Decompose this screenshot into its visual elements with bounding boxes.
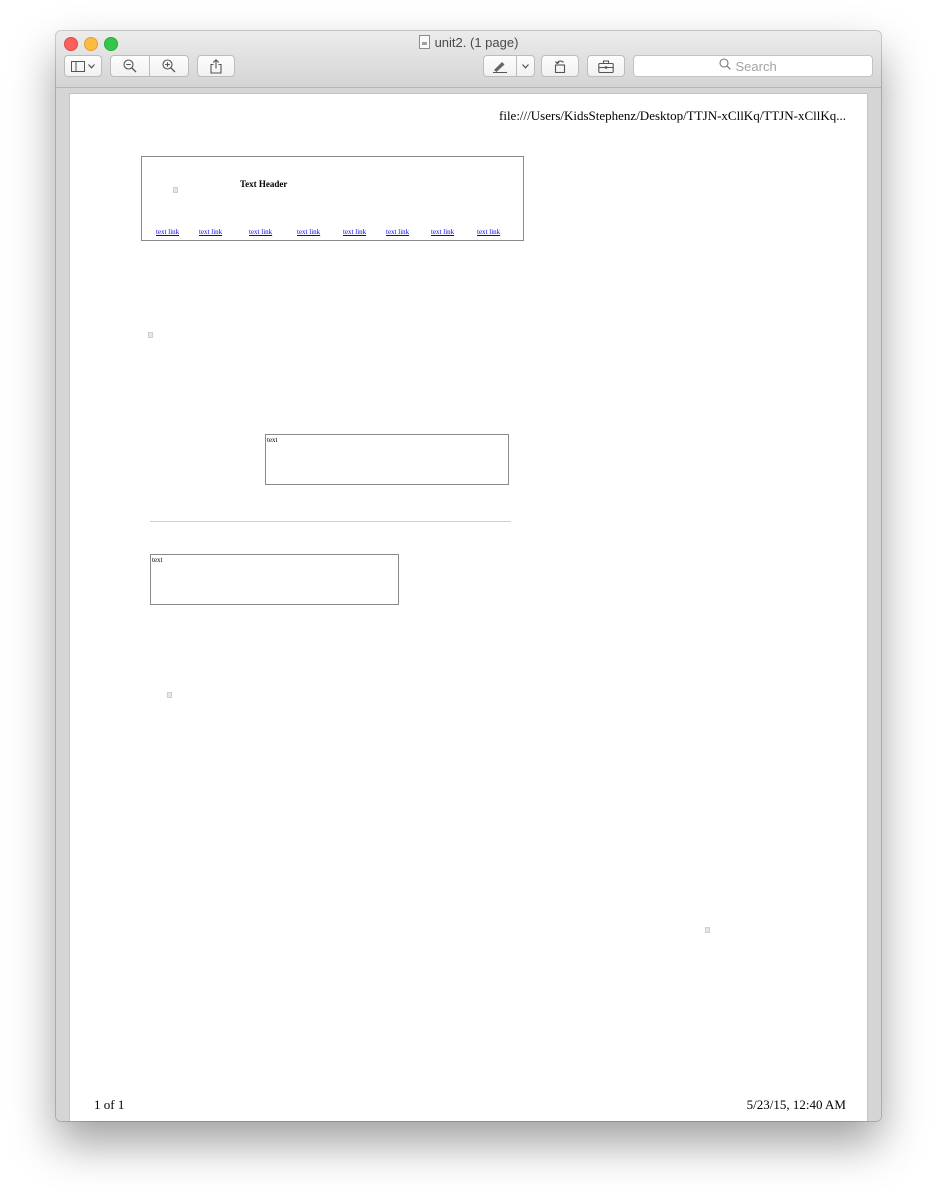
markup-pen-icon (492, 60, 508, 73)
share-icon (210, 58, 222, 74)
preview-window: unit2. (1 page) Search file:///Users/Kid… (56, 31, 881, 1121)
zoom-out-button[interactable] (110, 55, 150, 77)
toolbox-icon (598, 59, 614, 73)
header-banner: Text Header text link text link text lin… (141, 156, 524, 241)
search-field[interactable] (633, 55, 873, 77)
broken-image-icon (173, 187, 178, 193)
nav-link[interactable]: text link (343, 228, 366, 236)
banner-title: Text Header (240, 179, 288, 189)
text-area[interactable]: text (150, 554, 399, 605)
page-footer-datetime: 5/23/15, 12:40 AM (746, 1097, 846, 1112)
markup-menu-button[interactable] (516, 55, 535, 77)
document-viewer[interactable]: file:///Users/KidsStephenz/Desktop/TTJN-… (56, 88, 881, 1121)
text-area[interactable]: text (265, 434, 509, 485)
chevron-down-icon (88, 63, 95, 69)
search-input[interactable] (735, 58, 788, 74)
titlebar: unit2. (1 page) (56, 31, 881, 88)
horizontal-divider (150, 521, 511, 522)
zoom-in-icon (162, 59, 176, 73)
nav-link[interactable]: text link (249, 228, 272, 236)
nav-link[interactable]: text link (386, 228, 409, 236)
zoom-out-icon (123, 59, 137, 73)
nav-link[interactable]: text link (477, 228, 500, 236)
nav-link[interactable]: text link (431, 228, 454, 236)
markup-button[interactable] (483, 55, 517, 77)
sidebar-toggle-button[interactable] (64, 55, 102, 77)
nav-link[interactable]: text link (156, 228, 179, 236)
window-title-text: unit2. (1 page) (434, 35, 519, 50)
toolbox-button[interactable] (587, 55, 625, 77)
broken-image-icon (705, 927, 710, 933)
page-header-url: file:///Users/KidsStephenz/Desktop/TTJN-… (499, 108, 846, 123)
nav-link[interactable]: text link (199, 228, 222, 236)
rotate-button[interactable] (541, 55, 579, 77)
rotate-icon (553, 59, 568, 73)
window-title: unit2. (1 page) (56, 35, 881, 51)
document-icon (418, 35, 430, 49)
page-footer-count: 1 of 1 (94, 1097, 125, 1112)
sidebar-icon (71, 60, 85, 72)
broken-image-icon (148, 332, 153, 338)
nav-link[interactable]: text link (297, 228, 320, 236)
search-icon (718, 57, 731, 75)
broken-image-icon (167, 692, 172, 698)
chevron-down-icon (522, 63, 529, 69)
share-button[interactable] (197, 55, 235, 77)
pdf-page: file:///Users/KidsStephenz/Desktop/TTJN-… (70, 94, 867, 1121)
zoom-in-button[interactable] (149, 55, 189, 77)
